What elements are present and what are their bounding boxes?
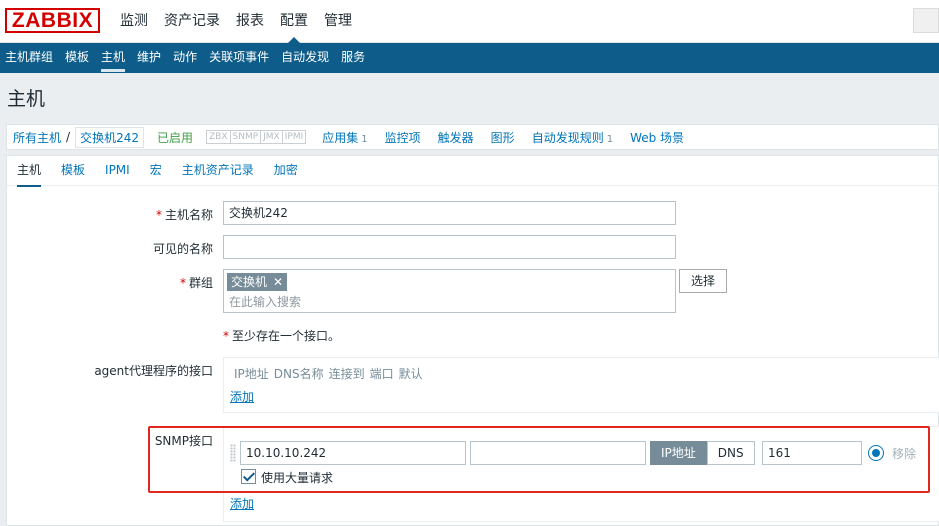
tab-macros[interactable]: 宏 [140,156,172,185]
status-badge: 已启用 [156,130,193,145]
snmp-interface-label: SNMP接口 [154,434,213,448]
groups-label: * 群组 [179,276,213,290]
form-tabs: 主机 模板 IPMI 宏 主机资产记录 加密 [7,156,938,187]
nav-triggers[interactable]: 触发器 [438,129,474,146]
interface-headers: IP地址 DNS名称 连接到 端口 默认 [234,367,423,381]
groups-search-input[interactable]: 在此输入搜索 [229,293,301,310]
search-input[interactable] [913,8,939,33]
snmp-port-field[interactable]: 161 [762,441,862,465]
nav-web-scenarios[interactable]: Web 场景 [630,129,684,146]
add-agent-interface-link[interactable]: 添加 [230,388,254,405]
sub-menu-maintenance[interactable]: 维护 [131,43,167,73]
sub-menu-host-groups[interactable]: 主机群组 [0,43,59,73]
tab-host[interactable]: 主机 [12,156,51,187]
main-menu: 监测 资产记录 报表 配置 管理 [112,0,360,43]
breadcrumb-all-hosts[interactable]: 所有主机 [13,129,61,146]
agent-interface-box: IP地址 DNS名称 连接到 端口 默认 添加 [223,357,939,413]
zabbix-logo[interactable]: ZABBIX [5,8,100,33]
host-form: 主机 模板 IPMI 宏 主机资产记录 加密 * 主机名称 交换机242 可见的名… [6,155,939,526]
remove-interface-link[interactable]: 移除 [892,445,916,462]
main-menu-monitoring[interactable]: 监测 [112,0,156,43]
main-menu-configuration[interactable]: 配置 [272,0,316,43]
visible-name-label: 可见的名称 [152,242,213,256]
discovery-rules-count: 1 [606,133,614,145]
sub-menu-event-correlation[interactable]: 关联项事件 [203,43,275,73]
applications-count: 1 [361,133,368,145]
connect-to-toggle: IP地址 DNS [650,441,755,465]
connect-ip-button[interactable]: IP地址 [650,441,707,465]
main-menu-administration[interactable]: 管理 [316,0,360,43]
snmp-interface-box: 10.10.10.242 IP地址 DNS 161 移除 使用大量请求 添加 [223,426,939,522]
add-snmp-interface-link[interactable]: 添加 [230,495,254,512]
availability-zbx: ZBX [205,130,231,144]
groups-multiselect[interactable]: 交换机 ✕ 在此输入搜索 [223,269,676,313]
breadcrumb-separator: / [66,130,71,144]
host-name-field[interactable]: 交换机242 [223,201,676,225]
main-menu-inventory[interactable]: 资产记录 [156,0,228,43]
tab-ipmi[interactable]: IPMI [95,156,140,185]
nav-discovery-rules[interactable]: 自动发现规则 1 [532,129,613,146]
host-nav-bar: 所有主机 / 交换机242 已启用 ZBX SNMP JMX IPMI 应用集 1… [6,124,939,150]
page-title: 主机 [7,88,46,110]
sub-menu-hosts[interactable]: 主机 [95,43,131,73]
availability-jmx: JMX [260,130,283,144]
agent-interface-label: agent代理程序的接口 [94,364,213,378]
interface-note: * 至少存在一个接口。 [223,329,341,343]
sub-menu: 主机群组 模板 主机 维护 动作 关联项事件 自动发现 服务 [0,43,939,73]
host-name-label: * 主机名称 [155,208,213,222]
group-chip: 交换机 ✕ [227,273,288,291]
drag-handle-icon[interactable] [230,444,236,462]
nav-applications[interactable]: 应用集 1 [322,129,367,146]
sub-menu-actions[interactable]: 动作 [167,43,203,73]
visible-name-field[interactable] [223,235,676,259]
sub-menu-services[interactable]: 服务 [335,43,371,73]
connect-dns-button[interactable]: DNS [706,441,755,465]
main-menu-reports[interactable]: 报表 [228,0,272,43]
snmp-dns-field[interactable] [470,441,646,465]
select-button[interactable]: 选择 [679,269,728,293]
bulk-requests-checkbox[interactable] [241,469,256,484]
tab-encryption[interactable]: 加密 [264,156,308,185]
nav-graphs[interactable]: 图形 [491,129,515,146]
close-icon[interactable]: ✕ [273,275,283,289]
top-bar: ZABBIX 监测 资产记录 报表 配置 管理 [0,0,939,43]
default-interface-radio[interactable] [868,445,884,461]
snmp-ip-field[interactable]: 10.10.10.242 [240,441,466,465]
tab-templates[interactable]: 模板 [51,156,95,185]
availability-ipmi: IPMI [281,130,307,144]
availability-snmp: SNMP [229,130,262,144]
tab-inventory[interactable]: 主机资产记录 [172,156,264,185]
nav-items[interactable]: 监控项 [385,129,421,146]
bulk-requests-label: 使用大量请求 [261,471,334,485]
availability-indicators: ZBX SNMP JMX IPMI [205,130,307,144]
sub-menu-templates[interactable]: 模板 [59,43,95,73]
sub-menu-discovery[interactable]: 自动发现 [275,43,335,73]
breadcrumb-current-host[interactable]: 交换机242 [75,126,144,148]
